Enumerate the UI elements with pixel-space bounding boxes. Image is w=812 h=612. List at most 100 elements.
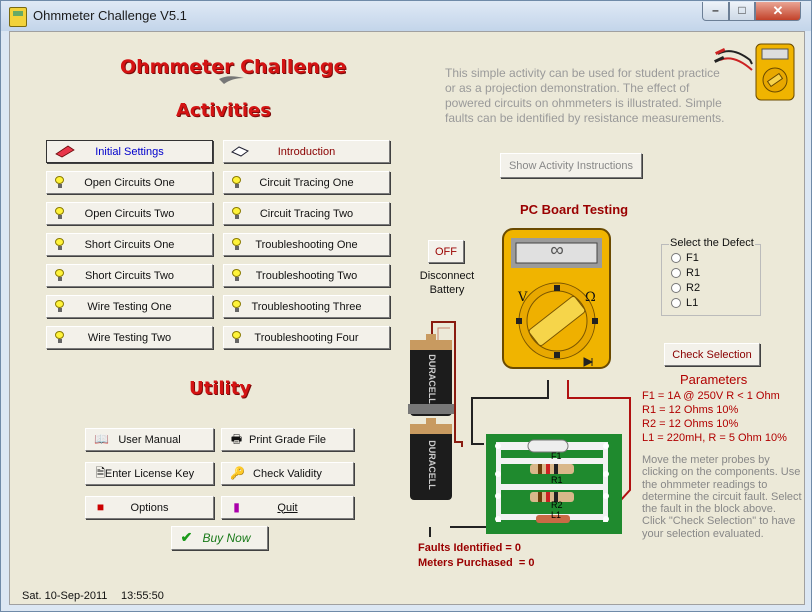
voltage-label: V [518,290,528,305]
button-label: Buy Now [202,531,251,545]
meters-purchased: Meters Purchased = 0 [418,557,535,569]
battery-toggle-button[interactable]: OFF [428,240,464,263]
troubleshooting-four-button[interactable]: Troubleshooting Four [223,326,390,349]
bulb-icon [232,300,241,312]
radio-r2-label: R2 [686,282,701,294]
maximize-icon: □ [738,3,746,17]
book-icon [231,146,249,157]
options-icon: ■ [96,500,105,514]
status-date: Sat. 10-Sep-2011 [22,590,108,602]
meter-display-reading: ∞ [550,240,564,261]
buy-now-button[interactable]: ✔ Buy Now [171,526,268,550]
button-label: Open Circuits Two [84,207,175,220]
battery-brand-bottom: DURACELL [427,440,437,490]
enter-license-key-button[interactable]: 🗎 Enter License Key [85,462,214,485]
defect-legend: Select the Defect [669,237,755,249]
pc-board-title: PC Board Testing [520,202,629,217]
button-label: Circuit Tracing One [259,176,354,189]
close-button[interactable]: ✕ [755,2,801,21]
button-label: Wire Testing Two [87,331,172,344]
param-f1: F1 = 1A @ 250V R < 1 Ohm [642,390,780,402]
ohm-label: Ω [585,290,596,305]
activities-heading: Activities [176,100,271,121]
circuit-tracing-one-button[interactable]: Circuit Tracing One [223,171,390,194]
document-icon: 🗎 [95,466,106,480]
instructions-text: Move the meter probes by clicking on the… [642,454,802,540]
button-label: Quit [277,501,298,514]
label-f1: F1 [551,451,562,461]
button-label: Wire Testing One [87,300,172,313]
bulb-icon [55,207,64,219]
troubleshooting-two-button[interactable]: Troubleshooting Two [223,264,390,287]
bulb-icon [55,269,64,281]
maximize-button[interactable]: □ [729,2,755,21]
button-label: Troubleshooting One [255,238,358,251]
troubleshooting-three-button[interactable]: Troubleshooting Three [223,295,390,318]
exit-door-icon: ▮ [233,500,240,514]
button-label: Enter License Key [104,467,195,480]
button-label: Troubleshooting Two [255,269,358,282]
application-window: Ohmmeter Challenge V5.1 – □ ✕ Ohmmeter C… [0,0,812,612]
radio-r1[interactable] [671,268,681,278]
key-icon: 🔑 [230,466,245,480]
bulb-icon [55,300,64,312]
bulb-icon [55,176,64,188]
wire-testing-two-button[interactable]: Wire Testing Two [46,326,213,349]
label-r1: R1 [551,475,563,485]
check-selection-button[interactable]: Check Selection [664,343,760,366]
quit-button[interactable]: ▮ Quit [221,496,354,519]
app-icon [9,7,27,27]
bulb-icon [232,207,241,219]
title-bar[interactable]: Ohmmeter Challenge V5.1 – □ ✕ [1,1,811,31]
open-circuits-two-button[interactable]: Open Circuits Two [46,202,213,225]
button-label: Check Validity [253,467,322,480]
radio-f1-label: F1 [686,252,699,264]
bulb-icon [232,238,241,250]
multimeter-icon [714,43,795,101]
check-validity-button[interactable]: 🔑 Check Validity [221,462,354,485]
close-icon: ✕ [772,3,784,18]
battery-brand-top: DURACELL [427,354,437,404]
button-label: OFF [435,245,457,258]
disconnect-battery-label: Disconnect Battery [419,270,475,296]
short-circuits-two-button[interactable]: Short Circuits Two [46,264,213,287]
minimize-button[interactable]: – [702,2,729,21]
initial-settings-label: Initial Settings [95,145,164,158]
radio-l1[interactable] [671,298,681,308]
param-r2: R2 = 12 Ohms 10% [642,418,739,430]
activity-description: This simple activity can be used for stu… [445,66,725,125]
initial-settings-button[interactable]: Initial Settings [46,140,213,163]
label-l1: L1 [551,510,562,520]
user-manual-button[interactable]: 📖 User Manual [85,428,214,451]
radio-r2[interactable] [671,283,681,293]
minimize-icon: – [712,3,719,17]
button-label: Troubleshooting Four [254,331,359,344]
bulb-icon [232,176,241,188]
button-label: Troubleshooting Three [251,300,362,313]
window-title: Ohmmeter Challenge V5.1 [33,8,187,23]
param-r1: R1 = 12 Ohms 10% [642,404,739,416]
wire-testing-one-button[interactable]: Wire Testing One [46,295,213,318]
bulb-icon [55,238,64,250]
options-button[interactable]: ■ Options [85,496,214,519]
label-r2: R2 [551,500,563,510]
checkmark-icon: ✔ [180,529,193,545]
bulb-icon [232,269,241,281]
radio-f1[interactable] [671,253,681,263]
radio-r1-label: R1 [686,267,701,279]
button-label: Short Circuits Two [84,269,175,282]
short-circuits-one-button[interactable]: Short Circuits One [46,233,213,256]
bulb-icon [232,331,241,343]
button-label: Options [130,501,169,514]
print-grade-file-button[interactable]: 🖶 Print Grade File [221,428,354,451]
radio-l1-label: L1 [686,297,699,309]
show-activity-instructions-button[interactable]: Show Activity Instructions [500,153,642,178]
eraser-icon [55,145,75,158]
troubleshooting-one-button[interactable]: Troubleshooting One [223,233,390,256]
printer-icon: 🖶 [230,432,243,446]
status-time: 13:55:50 [121,590,164,602]
faults-identified: Faults Identified = 0 [418,542,521,554]
introduction-button[interactable]: Introduction [223,140,390,163]
circuit-tracing-two-button[interactable]: Circuit Tracing Two [223,202,390,225]
open-circuits-one-button[interactable]: Open Circuits One [46,171,213,194]
